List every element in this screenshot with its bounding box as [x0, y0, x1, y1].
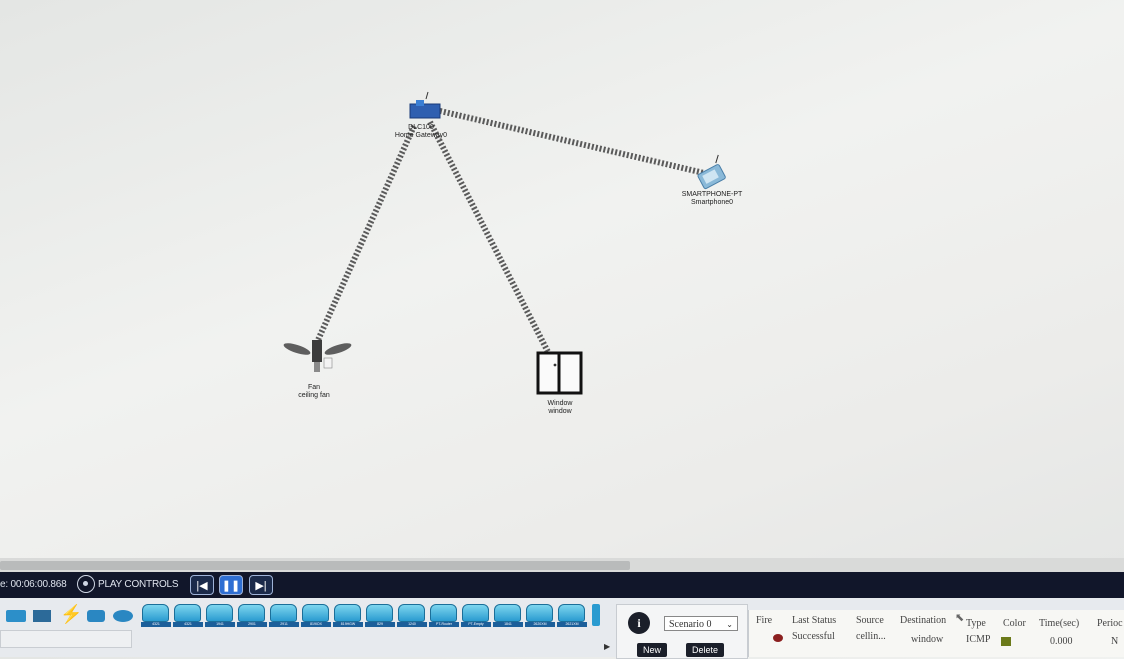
link-gateway-fan[interactable]	[315, 124, 417, 342]
delete-scenario-button[interactable]: Delete	[686, 643, 724, 657]
simulation-control-bar: e: 00:06:00.868 PLAY CONTROLS |◀ ❚❚ ▶|	[0, 572, 1124, 598]
col-fire[interactable]: Fire	[756, 615, 772, 626]
router-819iox-caption: 819IOX	[301, 622, 331, 627]
topology-canvas[interactable]	[0, 0, 1124, 572]
home-gateway-device[interactable]	[409, 91, 441, 119]
components-icon[interactable]	[87, 610, 105, 622]
router-1841-icon[interactable]	[494, 604, 521, 622]
smartphone-device[interactable]	[694, 154, 730, 190]
router-4321-icon[interactable]	[142, 604, 169, 622]
router-2911-caption: 2911	[269, 622, 299, 627]
row-type: ICMP	[966, 634, 991, 645]
chevron-down-icon: ⌄	[726, 620, 733, 629]
row-periodic: N	[1111, 636, 1119, 647]
fire-indicator-icon[interactable]	[773, 634, 783, 642]
smartphone-model: SMARTPHONE-PT	[681, 191, 743, 198]
home-gateway-model: DLC100	[408, 124, 434, 131]
col-color[interactable]: Color	[1003, 618, 1026, 629]
link-gateway-window[interactable]	[427, 120, 551, 354]
router-2620xm-caption: 2620XM	[525, 622, 555, 627]
router-819hgw-caption: 819HGW	[333, 622, 363, 627]
row-color-swatch	[1001, 637, 1011, 646]
window-device[interactable]	[536, 351, 583, 395]
simulation-time: e: 00:06:00.868	[0, 579, 67, 590]
col-destination[interactable]: Destination	[900, 615, 946, 626]
device-palette: 4321 4321 1941 2901 2911 819IOX 819HGW 8…	[138, 598, 606, 657]
router-pt-empty-icon[interactable]	[462, 604, 489, 622]
scenario-select-value: Scenario 0	[669, 619, 712, 630]
mouse-cursor-icon: ⬉	[955, 612, 965, 624]
col-time[interactable]: Time(sec)	[1039, 618, 1079, 629]
step-forward-button[interactable]: ▶|	[249, 575, 273, 595]
smartphone-name: Smartphone0	[690, 199, 734, 206]
router-819hgw-icon[interactable]	[334, 604, 361, 622]
pdu-list-table: Fire Last Status Source Destination Type…	[748, 610, 1124, 657]
step-back-button[interactable]: |◀	[190, 575, 214, 595]
router-819iox-icon[interactable]	[302, 604, 329, 622]
info-icon[interactable]: i	[628, 612, 650, 634]
palette-scroll-right-icon[interactable]	[592, 604, 600, 626]
pause-button[interactable]: ❚❚	[219, 575, 243, 595]
scenario-select[interactable]: Scenario 0 ⌄	[664, 616, 738, 631]
connections-icon[interactable]: ⚡	[60, 605, 82, 623]
col-last-status[interactable]: Last Status	[792, 615, 836, 626]
fan-label: Fan ceiling fan	[284, 384, 344, 400]
router-4321b-caption: 4321	[173, 622, 203, 627]
router-829-caption: 829	[365, 622, 395, 627]
ceiling-fan-device[interactable]	[282, 340, 352, 372]
col-type[interactable]: Type	[966, 618, 986, 629]
end-devices-icon[interactable]	[33, 610, 51, 622]
window-label: Window window	[530, 400, 590, 416]
router-2901-caption: 2901	[237, 622, 267, 627]
router-2911-icon[interactable]	[270, 604, 297, 622]
network-devices-icon[interactable]	[6, 610, 26, 622]
device-subtype-bar	[0, 630, 132, 648]
scrollbar-thumb[interactable]	[0, 561, 630, 570]
new-scenario-button[interactable]: New	[637, 643, 667, 657]
col-source[interactable]: Source	[856, 615, 884, 626]
router-2621xm-icon[interactable]	[558, 604, 585, 622]
router-1941-icon[interactable]	[206, 604, 233, 622]
smartphone-label: SMARTPHONE-PT Smartphone0	[672, 191, 752, 207]
fan-model: Fan	[307, 384, 321, 391]
realtime-clock-icon	[77, 575, 95, 593]
fan-name: ceiling fan	[298, 392, 330, 399]
router-4321b-icon[interactable]	[174, 604, 201, 622]
window-model: Window	[547, 400, 573, 407]
router-1841-caption: 1841	[493, 622, 523, 627]
palette-expand-icon[interactable]: ▶	[604, 642, 610, 651]
misc-devices-icon[interactable]	[113, 610, 133, 622]
link-gateway-smartphone[interactable]	[435, 107, 705, 176]
router-4321-caption: 4321	[141, 622, 171, 627]
router-2621xm-caption: 2621XM	[557, 622, 587, 627]
row-last-status: Successful	[792, 631, 835, 642]
router-1240-icon[interactable]	[398, 604, 425, 622]
router-pt-caption: PT-Router	[429, 622, 459, 627]
row-time: 0.000	[1050, 636, 1073, 647]
window-name: window	[548, 408, 572, 415]
router-2901-icon[interactable]	[238, 604, 265, 622]
home-gateway-name: Home Gateway0	[394, 132, 448, 139]
play-controls-label: PLAY CONTROLS	[98, 579, 179, 590]
col-periodic[interactable]: Perioc	[1097, 618, 1123, 629]
home-gateway-label: DLC100 Home Gateway0	[386, 124, 456, 140]
router-1240-caption: 1240	[397, 622, 427, 627]
router-1941-caption: 1941	[205, 622, 235, 627]
router-829-icon[interactable]	[366, 604, 393, 622]
logical-workspace[interactable]: DLC100 Home Gateway0 SMARTPHONE-PT Smart…	[0, 0, 1124, 572]
row-destination: window	[911, 634, 944, 645]
row-source: cellin...	[856, 631, 886, 642]
router-pt-empty-caption: PT-Empty	[461, 622, 491, 627]
router-pt-icon[interactable]	[430, 604, 457, 622]
router-2620xm-icon[interactable]	[526, 604, 553, 622]
